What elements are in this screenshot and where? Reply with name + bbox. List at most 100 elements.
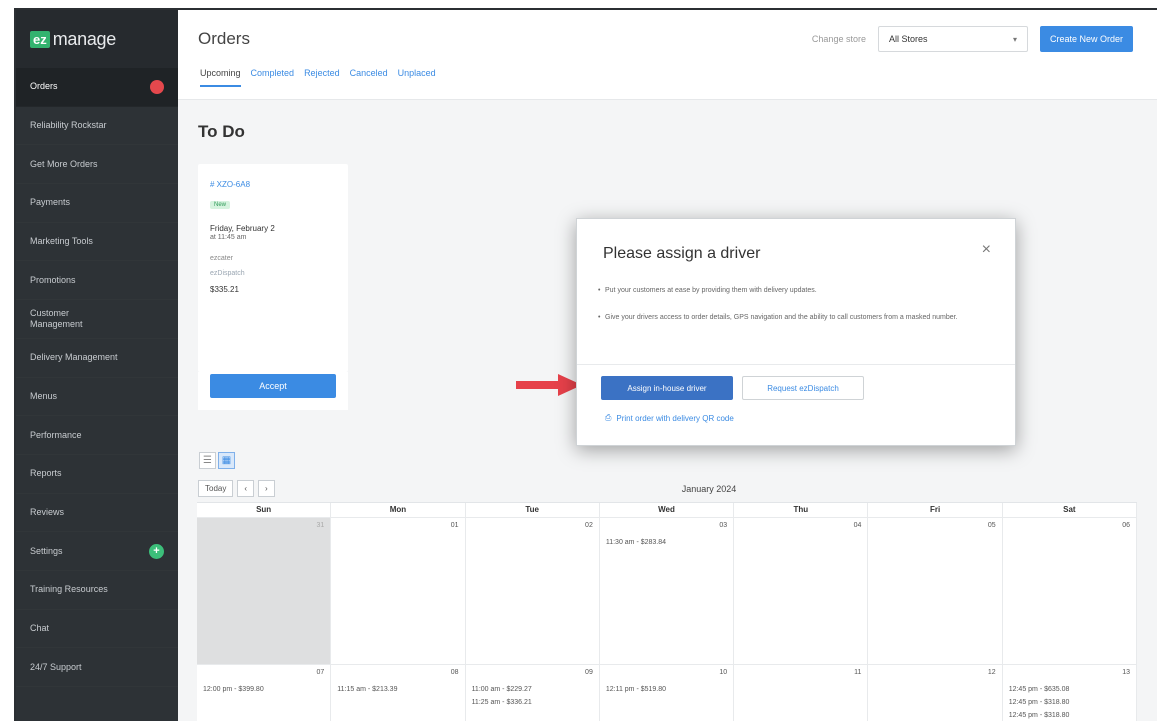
calendar-event[interactable]: 12:45 pm - $635.08 bbox=[1009, 683, 1130, 696]
calendar-event[interactable]: 11:30 am - $283.84 bbox=[606, 536, 727, 549]
sidebar-item-delivery-management[interactable]: Delivery Management bbox=[16, 339, 178, 378]
sidebar-item-label: Chat bbox=[30, 622, 50, 633]
brand-badge: ez bbox=[30, 30, 50, 48]
sidebar-item-chat[interactable]: Chat bbox=[16, 610, 178, 649]
sidebar-item-reviews[interactable]: Reviews bbox=[16, 494, 178, 533]
calendar-event[interactable]: 11:15 am - $213.39 bbox=[337, 683, 458, 696]
sidebar-item-get-more-orders[interactable]: Get More Orders bbox=[16, 145, 178, 184]
create-new-order-button[interactable]: Create New Order bbox=[1039, 26, 1133, 52]
calendar-event[interactable]: 12:45 pm - $318.80 bbox=[1009, 696, 1130, 709]
calendar-day-cell[interactable]: 07 12:00 pm - $399.80 bbox=[197, 664, 332, 721]
accept-button[interactable]: Accept bbox=[210, 374, 336, 398]
day-number: 06 bbox=[1122, 522, 1130, 529]
day-header: Sat bbox=[1003, 503, 1137, 517]
day-number: 11 bbox=[854, 669, 862, 676]
notification-badge bbox=[150, 79, 164, 94]
sidebar-item-label: Training Resources bbox=[30, 584, 108, 595]
todo-heading: To Do bbox=[198, 122, 245, 141]
day-number: 10 bbox=[719, 669, 728, 676]
sidebar: ez manage Orders Reliability Rockstar Get … bbox=[16, 10, 178, 721]
day-number: 01 bbox=[450, 522, 459, 529]
calendar-day-cell[interactable]: 09 11:00 am - $229.27 11:25 am - $336.21 bbox=[465, 664, 600, 721]
list-view-icon[interactable]: ☰ bbox=[199, 452, 216, 469]
sidebar-item-settings[interactable]: Settings + bbox=[16, 532, 178, 571]
day-number: 31 bbox=[316, 522, 325, 529]
divider bbox=[577, 364, 1015, 365]
calendar-day-cell[interactable]: 11 bbox=[734, 664, 869, 721]
sidebar-item-training-resources[interactable]: Training Resources bbox=[16, 571, 178, 610]
calendar-event[interactable]: 11:25 am - $336.21 bbox=[472, 696, 593, 709]
brand-logo[interactable]: ez manage bbox=[16, 10, 178, 68]
sidebar-item-menus[interactable]: Menus bbox=[16, 378, 178, 417]
sidebar-item-performance[interactable]: Performance bbox=[16, 416, 178, 455]
sidebar-item-reliability-rockstar[interactable]: Reliability Rockstar bbox=[16, 107, 178, 146]
tab-canceled[interactable]: Canceled bbox=[350, 68, 388, 85]
calendar-week: 07 12:00 pm - $399.80 08 11:15 am - $213.39… bbox=[197, 664, 1137, 721]
sidebar-item-label: Menus bbox=[30, 390, 58, 401]
day-number: 02 bbox=[585, 522, 593, 529]
tab-upcoming[interactable]: Upcoming bbox=[200, 68, 241, 87]
assign-in-house-driver-button[interactable]: Assign in-house driver bbox=[601, 376, 733, 400]
tab-unplaced[interactable]: Unplaced bbox=[398, 68, 436, 85]
main-area: Orders Change store All Stores ▾ Create … bbox=[178, 10, 1157, 721]
sidebar-item-customer-management[interactable]: Customer Management bbox=[16, 300, 178, 339]
sidebar-item-label: Settings bbox=[30, 545, 63, 556]
calendar-day-cell[interactable]: 03 11:30 am - $283.84 bbox=[599, 517, 735, 664]
calendar-event[interactable]: 12:11 pm - $519.80 bbox=[606, 683, 727, 696]
calendar-event[interactable]: 11:00 am - $229.27 bbox=[472, 683, 593, 696]
order-card[interactable]: # XZO-6A8 New Friday, February 2 at 11:4… bbox=[198, 164, 348, 372]
order-id-link[interactable]: # XZO-6A8 bbox=[210, 180, 336, 189]
day-header: Wed bbox=[600, 503, 735, 517]
page-title: Orders bbox=[198, 29, 250, 48]
request-ezdispatch-button[interactable]: Request ezDispatch bbox=[742, 376, 864, 400]
sidebar-item-label: 24/7 Support bbox=[30, 661, 82, 672]
sidebar-item-promotions[interactable]: Promotions bbox=[16, 261, 178, 300]
calendar-day-cell[interactable]: 02 bbox=[465, 517, 600, 664]
sidebar-item-reports[interactable]: Reports bbox=[16, 455, 178, 494]
app-window: ez manage Orders Reliability Rockstar Get … bbox=[14, 8, 1157, 721]
calendar-day-cell[interactable]: 01 bbox=[331, 517, 466, 664]
sidebar-item-label: Payments bbox=[30, 197, 71, 208]
calendar-day-cell[interactable]: 04 bbox=[734, 517, 869, 664]
calendar-view-icon[interactable]: ▦ bbox=[218, 452, 235, 469]
print-order-link[interactable]: ⎙ Print order with delivery QR code bbox=[605, 413, 734, 423]
sidebar-item-label: Reports bbox=[30, 468, 62, 479]
store-select-value: All Stores bbox=[888, 34, 928, 44]
calendar-day-cell[interactable]: 31 bbox=[197, 517, 332, 664]
calendar-day-cell[interactable]: 12 bbox=[868, 664, 1003, 721]
change-store-label: Change store bbox=[811, 34, 866, 44]
calendar-day-cell[interactable]: 05 bbox=[868, 517, 1003, 664]
day-header: Sun bbox=[197, 503, 332, 517]
calendar-event[interactable]: 12:45 pm - $318.80 bbox=[1009, 709, 1130, 721]
calendar-event[interactable]: 12:00 pm - $399.80 bbox=[203, 683, 324, 696]
sidebar-item-marketing-tools[interactable]: Marketing Tools bbox=[16, 223, 178, 262]
day-header: Tue bbox=[466, 503, 600, 517]
calendar-day-cell[interactable]: 08 11:15 am - $213.39 bbox=[331, 664, 466, 721]
sidebar-item-24-7-support[interactable]: 24/7 Support bbox=[16, 648, 178, 687]
order-tabs: Upcoming Completed Rejected Canceled Unp… bbox=[178, 68, 1157, 100]
tab-completed[interactable]: Completed bbox=[251, 68, 295, 85]
day-header: Thu bbox=[734, 503, 869, 517]
tab-rejected[interactable]: Rejected bbox=[304, 68, 340, 85]
calendar-day-cell[interactable]: 06 bbox=[1002, 517, 1137, 664]
store-select[interactable]: All Stores ▾ bbox=[877, 26, 1028, 52]
day-number: 03 bbox=[719, 522, 728, 529]
calendar-day-cell[interactable]: 10 12:11 pm - $519.80 bbox=[599, 664, 735, 721]
calendar-month-title: January 2024 bbox=[681, 484, 737, 494]
plus-icon: + bbox=[149, 543, 164, 559]
calendar-day-cell[interactable]: 13 12:45 pm - $635.08 12:45 pm - $318.80 12… bbox=[1002, 664, 1137, 721]
modal-bullet: Give your drivers access to order detail… bbox=[598, 312, 995, 324]
sidebar-item-orders[interactable]: Orders bbox=[16, 68, 178, 107]
day-header: Fri bbox=[868, 503, 1003, 517]
close-icon[interactable]: × bbox=[982, 241, 991, 259]
modal-title: Please assign a driver bbox=[603, 245, 761, 262]
order-delivery-type: ezDispatch bbox=[210, 270, 245, 277]
print-order-label: Print order with delivery QR code bbox=[616, 413, 734, 423]
assign-driver-modal: Please assign a driver × Put your custom… bbox=[576, 218, 1016, 446]
calendar-week: 31 01 02 03 11:30 am - $283.84 04 05 06 bbox=[197, 517, 1137, 664]
sidebar-item-payments[interactable]: Payments bbox=[16, 184, 178, 223]
day-number: 12 bbox=[987, 669, 996, 676]
modal-bullet: Put your customers at ease by providing … bbox=[598, 285, 995, 297]
sidebar-item-label: Reviews bbox=[30, 506, 65, 517]
sidebar-item-label: Performance bbox=[30, 429, 82, 440]
